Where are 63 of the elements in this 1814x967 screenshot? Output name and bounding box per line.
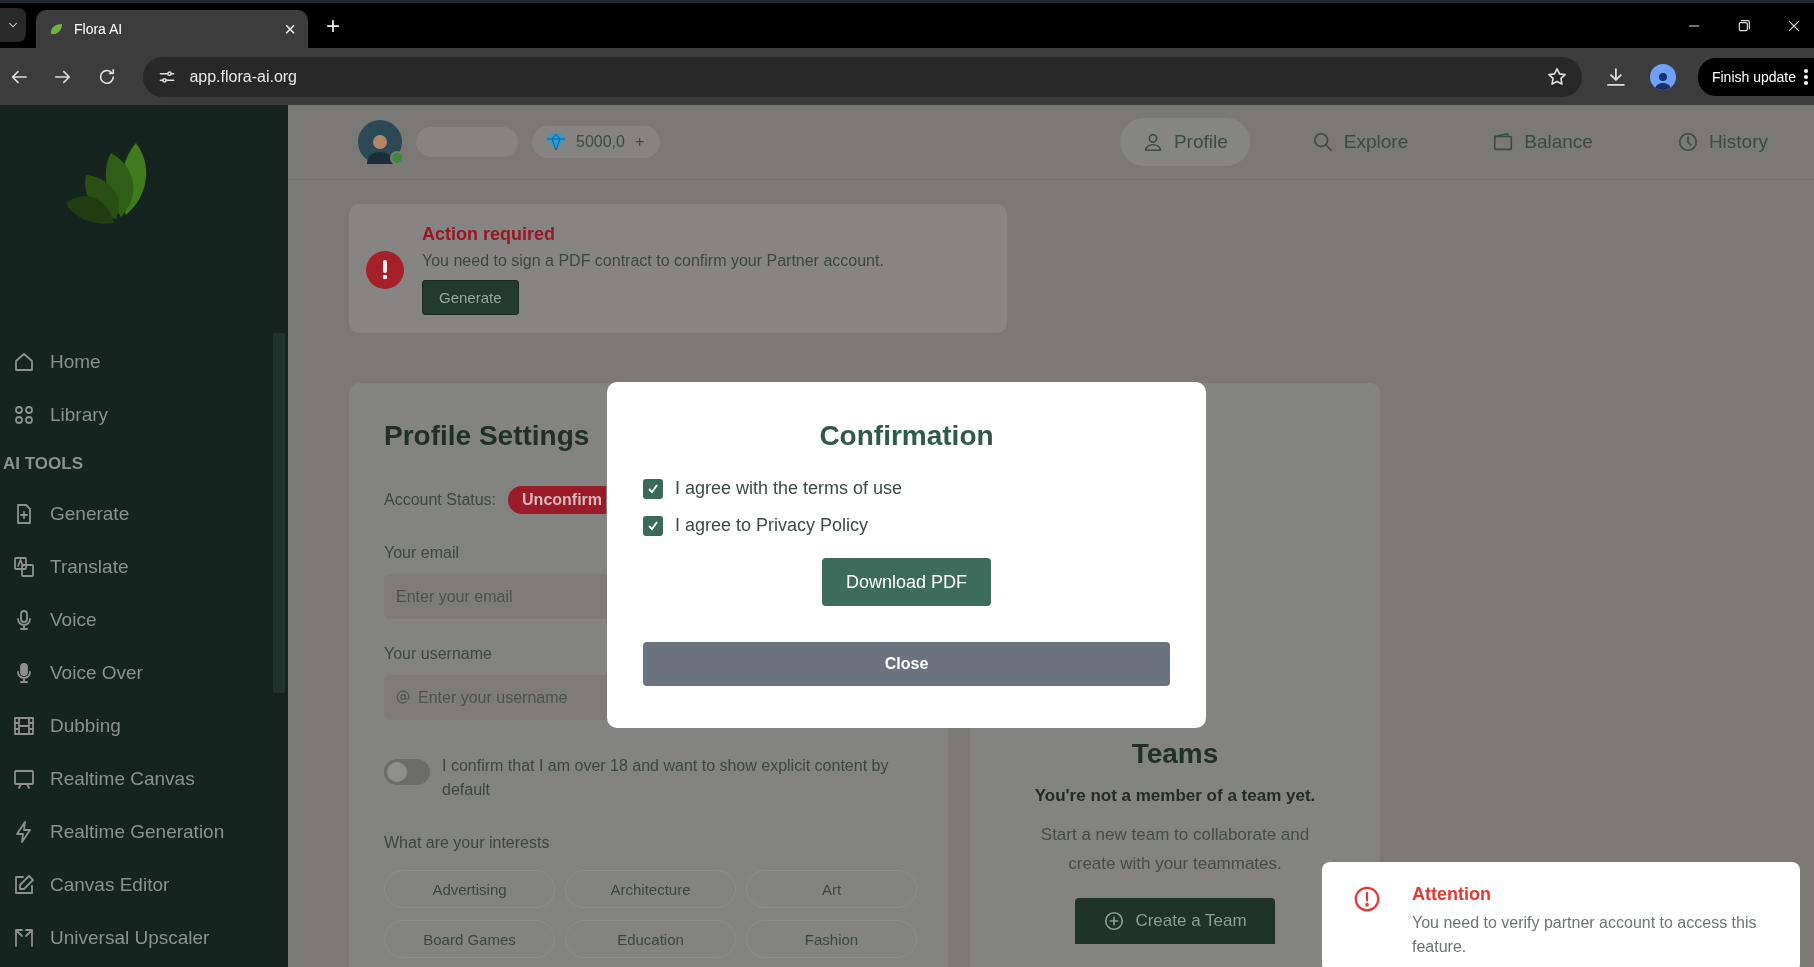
- sidebar-item[interactable]: Dubbing: [50, 714, 121, 737]
- alert-circle-icon: [1352, 884, 1382, 914]
- sidebar-item[interactable]: Canvas Editor: [50, 873, 170, 896]
- star-icon[interactable]: [1546, 65, 1569, 88]
- restore-icon[interactable]: [1736, 17, 1752, 34]
- toast-message: You need to verify partner account to access this feature.: [1412, 913, 1758, 957]
- exclamation-icon: [366, 250, 404, 289]
- checkbox-label: I agree to Privacy Policy: [675, 515, 869, 536]
- sidebar-item[interactable]: Home: [50, 350, 101, 373]
- field-label: Your username: [384, 645, 492, 663]
- status-badge: Unconfirm: [508, 486, 607, 514]
- tab-close-button[interactable]: ×: [284, 17, 296, 41]
- finish-update-button[interactable]: Finish update: [1697, 57, 1814, 96]
- url-text: app.flora-ai.org: [189, 67, 298, 86]
- sidebar-item[interactable]: Voice Over: [50, 661, 143, 684]
- create-team-button[interactable]: Create a Team: [1075, 898, 1275, 944]
- translate-icon: [12, 554, 36, 579]
- credits-amount: 5000,0: [576, 133, 625, 151]
- interests-label: What are your interests: [384, 834, 550, 852]
- check-icon: [647, 482, 659, 495]
- address-bar[interactable]: app.flora-ai.org: [143, 56, 1583, 97]
- profile-title: Profile Settings: [384, 420, 590, 452]
- dialog-title: Confirmation: [818, 420, 995, 452]
- toggle-label: I confirm that I am over 18 and want to show explicit content by default: [442, 756, 890, 800]
- avatar[interactable]: [358, 120, 402, 164]
- plus-circle-icon: [1103, 910, 1126, 932]
- at-sign-icon: [396, 690, 410, 704]
- sidebar-item[interactable]: Universal Upscaler: [50, 926, 210, 949]
- sidebar-item[interactable]: Translate: [50, 555, 129, 578]
- generate-button[interactable]: Generate: [422, 280, 519, 315]
- search-icon: [1311, 131, 1334, 153]
- teams-title: Teams: [1131, 738, 1219, 770]
- checkbox-label: I agree with the terms of use: [675, 478, 903, 499]
- checkbox[interactable]: [643, 478, 663, 499]
- check-icon: [647, 519, 659, 532]
- nav-tab[interactable]: Profile: [1119, 118, 1250, 166]
- leaf-favicon-icon: [48, 21, 64, 37]
- pencil-square-icon: [12, 872, 36, 897]
- toggle-switch[interactable]: [384, 759, 430, 785]
- kebab-menu-icon[interactable]: [1804, 67, 1808, 86]
- section-heading: AI TOOLS: [2, 453, 84, 475]
- field-label: Your email: [384, 544, 459, 562]
- diamond-icon: [546, 133, 566, 151]
- download-pdf-button[interactable]: Download PDF: [821, 558, 992, 606]
- teams-subtitle: You're not a member of a team yet.: [1034, 786, 1316, 806]
- status-label: Account Status:: [384, 491, 497, 509]
- sidebar-item[interactable]: Library: [50, 403, 109, 426]
- browser-tab[interactable]: Flora AI ×: [36, 10, 308, 48]
- toast-title: Attention: [1412, 884, 1492, 905]
- close-button[interactable]: Close: [643, 642, 1170, 686]
- teams-description: Start a new team to collaborate and create with your teammates.: [1039, 824, 1311, 875]
- sidebar-item[interactable]: Realtime Canvas: [50, 767, 195, 790]
- alert-title: Action required: [422, 224, 556, 245]
- new-tab-button[interactable]: +: [326, 12, 340, 40]
- profile-avatar[interactable]: [1650, 63, 1676, 90]
- wallet-icon: [1492, 131, 1515, 153]
- sidebar-item[interactable]: Generate: [50, 502, 130, 525]
- sidebar-item[interactable]: Realtime Generation: [50, 820, 225, 843]
- alert-message: You need to sign a PDF contract to confirm your Partner account.: [422, 252, 884, 270]
- tab-title: Flora AI: [74, 21, 124, 37]
- clock-icon: [1676, 131, 1699, 153]
- checkbox[interactable]: [643, 515, 663, 536]
- sidebar-item[interactable]: Voice: [50, 608, 97, 631]
